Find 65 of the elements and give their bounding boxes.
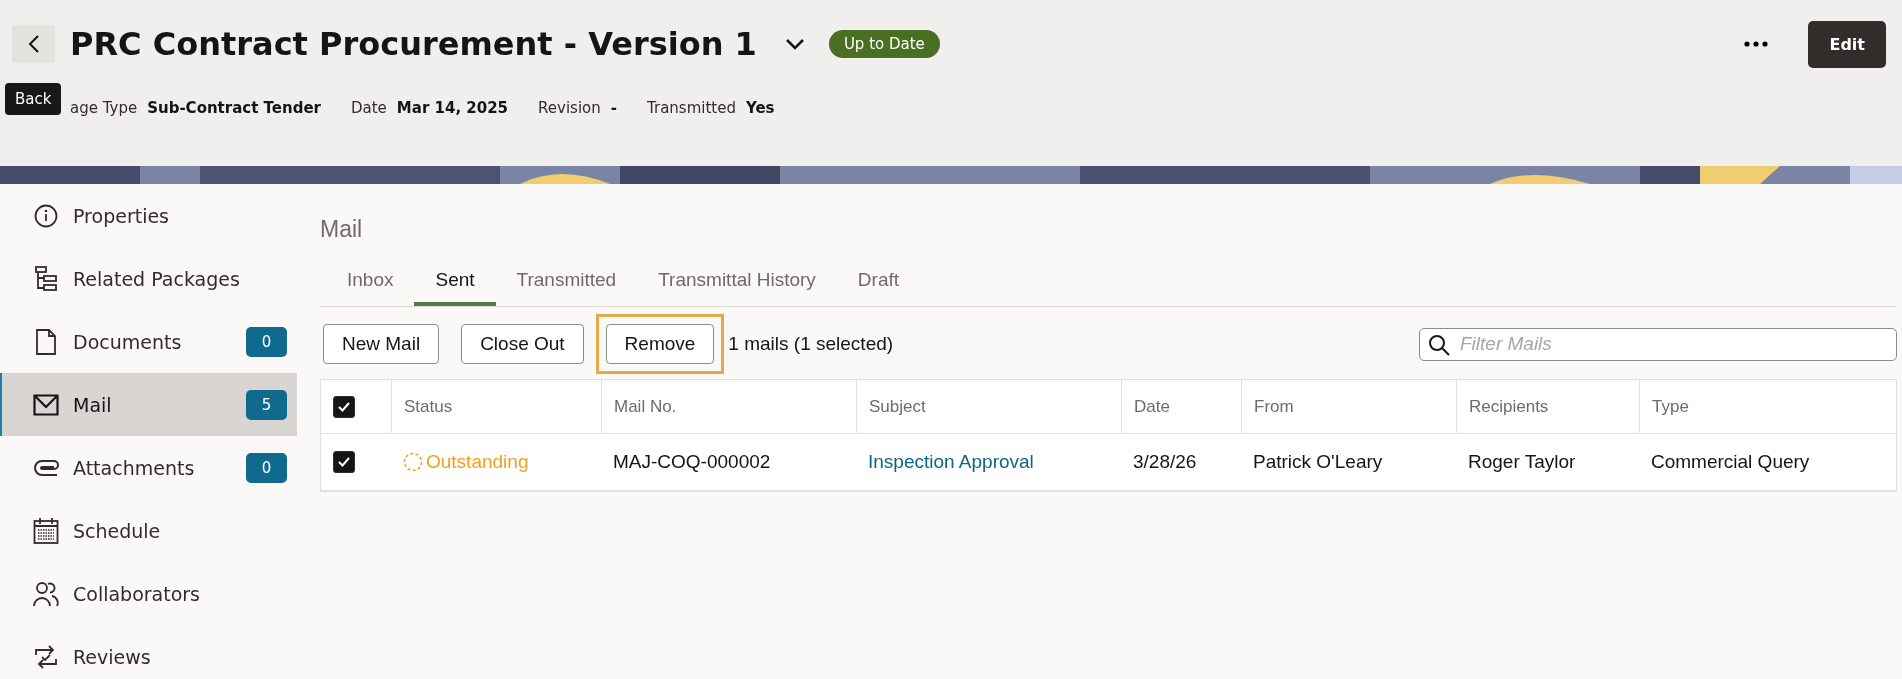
count-badge: 0 [246, 452, 287, 483]
back-tooltip: Back [5, 83, 62, 115]
sidebar-item[interactable]: Schedule [0, 499, 297, 562]
sidebar-item[interactable]: Properties [0, 184, 297, 247]
meta-value: Yes [745, 99, 775, 117]
meta-label: Transmitted [647, 99, 736, 117]
back-button[interactable] [12, 25, 55, 63]
sidebar-item[interactable]: Attachments 0 [0, 436, 297, 499]
toolbar-button[interactable]: Close Out [461, 324, 584, 364]
sidebar-item[interactable]: Mail 5 [0, 373, 297, 436]
review-icon [33, 643, 59, 670]
meta-label: Revision [538, 99, 601, 117]
status-text: Outstanding [403, 451, 529, 473]
column-header[interactable]: Mail No. [601, 380, 856, 434]
meta-value: Sub-Contract Tender [147, 99, 321, 117]
meta-label: age Type [70, 99, 138, 117]
meta-label: Date [351, 99, 387, 117]
column-header[interactable]: Type [1639, 380, 1896, 434]
table-cell: Commercial Query [1639, 434, 1896, 491]
table-cell: 3/28/26 [1121, 434, 1241, 491]
section-title: Mail [320, 216, 364, 243]
tab[interactable]: Draft [836, 261, 921, 306]
meta-value: - [610, 99, 617, 117]
tab[interactable]: Transmittal History [637, 261, 837, 306]
table-cell: Patrick O'Leary [1241, 434, 1456, 491]
paperclip-icon [33, 457, 59, 478]
toolbar-button[interactable]: Remove [605, 324, 715, 364]
sidebar-item[interactable]: Collaborators [0, 562, 297, 625]
chevron-left-icon [27, 34, 40, 54]
checkbox[interactable] [333, 451, 355, 473]
info-icon [34, 203, 58, 228]
calendar-icon [33, 516, 59, 545]
people-icon [33, 580, 59, 607]
document-icon [35, 328, 57, 355]
table-cell: MAJ-COQ-000002 [601, 434, 856, 491]
hierarchy-icon [34, 264, 58, 293]
pending-icon [403, 452, 423, 472]
toolbar-button[interactable]: New Mail [323, 324, 440, 364]
column-header[interactable]: Status [391, 380, 601, 434]
column-header[interactable]: Date [1121, 380, 1241, 434]
edit-button[interactable]: Edit [1808, 20, 1886, 68]
table-cell: Roger Taylor [1456, 434, 1639, 491]
tab[interactable]: Inbox [326, 261, 415, 306]
more-icon[interactable] [1744, 41, 1769, 47]
checkbox[interactable] [333, 395, 355, 418]
chevron-down-icon[interactable] [784, 38, 805, 50]
checkmark-icon [337, 400, 351, 413]
subject-link[interactable]: Inspection Approval [868, 451, 1034, 473]
meta-value: Mar 14, 2025 [396, 99, 509, 117]
page-title: PRC Contract Procurement - Version 1 [70, 25, 757, 63]
column-header[interactable]: From [1241, 380, 1456, 434]
count-badge: 5 [246, 389, 287, 420]
column-header[interactable]: Recipients [1456, 380, 1639, 434]
tab[interactable]: Transmitted [495, 261, 638, 306]
sidebar-item[interactable]: Reviews [0, 625, 297, 679]
selection-summary: 1 mails (1 selected) [728, 333, 894, 355]
sidebar-item[interactable]: Documents 0 [0, 310, 297, 373]
filter-field[interactable]: Filter Mails [1419, 327, 1897, 361]
sidebar-item[interactable]: Related Packages [0, 247, 297, 310]
checkmark-icon [337, 456, 351, 468]
count-badge: 0 [246, 326, 287, 357]
tab[interactable]: Sent [414, 261, 496, 306]
status-badge: Up to Date [828, 30, 940, 58]
column-header[interactable]: Subject [856, 380, 1121, 434]
mail-icon [33, 393, 59, 416]
